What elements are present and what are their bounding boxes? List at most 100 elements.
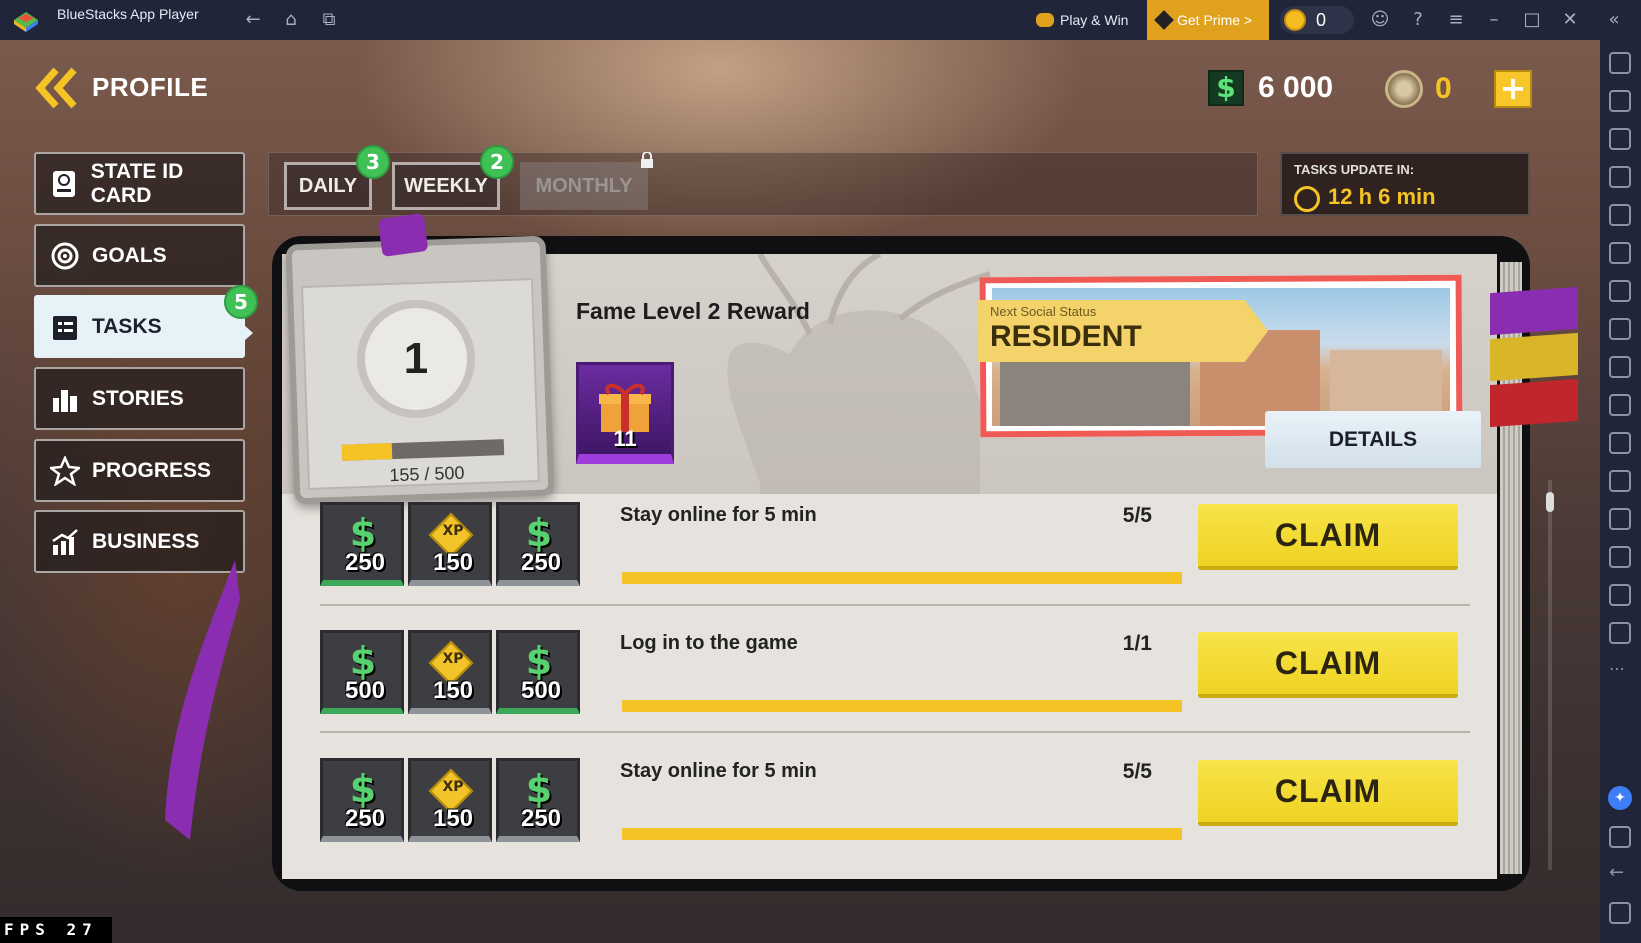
gold-coin-icon (1385, 70, 1423, 108)
menu-item-label: GOALS (92, 243, 167, 267)
back-chevron-icon[interactable] (34, 66, 80, 110)
keyboard-icon[interactable] (1609, 166, 1631, 188)
menu-item-label: BUSINESS (92, 529, 200, 553)
bluestacks-logo-icon (14, 12, 38, 32)
reward-title: Fame Level 2 Reward (576, 298, 810, 324)
bookmark-purple[interactable] (1490, 286, 1578, 336)
menu-item-label: PROGRESS (92, 458, 212, 482)
claim-button[interactable]: CLAIM (1198, 760, 1458, 826)
fps-label: FPS (4, 920, 51, 939)
multi-instance-icon[interactable] (1609, 432, 1631, 454)
weekly-badge: 2 (480, 145, 514, 179)
reward-value: 150 (432, 805, 474, 832)
tab-monthly[interactable]: MONTHLY (520, 162, 648, 210)
lock-icon (641, 152, 653, 168)
reward-value: 500 (520, 677, 562, 704)
sidebar-back-icon[interactable]: ← (1609, 864, 1631, 886)
reward-value: 250 (344, 549, 386, 576)
details-label: DETAILS (1328, 427, 1418, 451)
tab-label: DAILY (298, 174, 358, 197)
rotate-icon[interactable] (1609, 242, 1631, 264)
apk-icon[interactable] (1609, 318, 1631, 340)
task-progress-bar (622, 572, 1182, 584)
volume-icon[interactable] (1609, 90, 1631, 112)
timer-label: TASKS UPDATE IN: (1294, 162, 1415, 177)
eraser-icon[interactable] (1609, 584, 1631, 606)
tasks-timer: TASKS UPDATE IN: 12 h 6 min (1280, 152, 1530, 216)
id-card-icon (50, 169, 79, 199)
tab-label: MONTHLY (535, 174, 633, 197)
resize-icon[interactable] (1609, 394, 1631, 416)
screenshot-icon[interactable] (1609, 356, 1631, 378)
recent-apps-icon[interactable]: ⧉ (318, 9, 340, 31)
back-arrow-icon[interactable]: ← (242, 9, 264, 31)
claim-label: CLAIM (1274, 516, 1382, 553)
play-win-label: Play & Win (1060, 12, 1129, 28)
menu-item-goals[interactable]: GOALS (34, 224, 245, 287)
more-icon[interactable]: ⋯ (1609, 660, 1631, 682)
menu-item-label: TASKS (92, 314, 162, 338)
bookmark-yellow[interactable] (1490, 332, 1578, 382)
gamepad-controls-icon[interactable] (1609, 280, 1631, 302)
home-icon[interactable]: ⌂ (280, 9, 302, 31)
menu-item-state-id-card[interactable]: STATE ID CARD (34, 152, 245, 215)
reward-money: $250 (496, 502, 580, 586)
menu-icon[interactable]: ≡ (1444, 9, 1468, 33)
task-progress-fill (622, 700, 1182, 712)
reward-value: 250 (520, 549, 562, 576)
record-icon[interactable] (1609, 204, 1631, 226)
assistant-icon[interactable]: ✦ (1608, 786, 1632, 810)
lanyard-strap (165, 560, 240, 840)
reward-count: 11 (613, 426, 637, 451)
tasks-badge: 5 (224, 285, 258, 319)
reward-xp: XP 150 (408, 502, 492, 586)
add-currency-button[interactable]: + (1494, 70, 1532, 108)
minimize-icon[interactable]: – (1482, 9, 1506, 33)
maximize-icon[interactable]: □ (1520, 9, 1544, 33)
reward-value: 250 (520, 805, 562, 832)
menu-item-progress[interactable]: PROGRESS (34, 439, 245, 502)
reward-money: $250 (320, 502, 404, 586)
reward-value: 150 (432, 549, 474, 576)
scrollbar-thumb[interactable] (1546, 492, 1554, 512)
task-title: Stay online for 5 min (620, 504, 817, 526)
play-win-button[interactable]: Play & Win (1036, 6, 1128, 34)
scrollbar-track[interactable] (1548, 480, 1552, 870)
menu-item-stories[interactable]: STORIES (34, 367, 245, 430)
folder-icon[interactable] (1609, 470, 1631, 492)
dollar-icon: $ (1208, 70, 1244, 106)
menu-item-tasks[interactable]: TASKS (34, 295, 245, 358)
page-title: PROFILE (92, 72, 209, 102)
claim-button[interactable]: CLAIM (1198, 632, 1458, 698)
task-progress-bar (622, 828, 1182, 840)
claim-label: CLAIM (1274, 772, 1382, 809)
close-icon[interactable]: ✕ (1558, 9, 1582, 33)
card-clip (377, 212, 429, 258)
status-photo-building (1000, 360, 1190, 426)
account-icon[interactable]: ☺ (1368, 9, 1392, 33)
fps-counter: FPS 27 (0, 917, 112, 943)
get-prime-label: Get Prime > (1177, 12, 1253, 28)
collapse-sidebar-icon[interactable]: « (1602, 9, 1626, 33)
get-prime-button[interactable]: Get Prime > (1147, 0, 1269, 40)
coin-icon (1284, 9, 1306, 31)
task-title: Log in to the game (620, 632, 798, 654)
moose-illustration (727, 254, 990, 494)
tab-label: WEEKLY (404, 174, 488, 197)
airplane-icon[interactable] (1609, 508, 1631, 530)
help-icon[interactable]: ? (1406, 9, 1430, 33)
location-icon[interactable] (1609, 622, 1631, 644)
coins-counter[interactable]: 0 (1280, 6, 1354, 34)
claim-button[interactable]: CLAIM (1198, 504, 1458, 570)
settings-icon[interactable] (1609, 826, 1631, 848)
details-button[interactable]: DETAILS (1265, 411, 1481, 468)
claim-label: CLAIM (1274, 644, 1382, 681)
row-divider (320, 731, 1470, 733)
media-icon[interactable] (1609, 128, 1631, 150)
copy-icon[interactable] (1609, 546, 1631, 568)
bookmark-red[interactable] (1490, 378, 1578, 428)
prime-diamond-icon (1154, 10, 1174, 30)
fullscreen-icon[interactable] (1609, 52, 1631, 74)
reward-money: $250 (320, 758, 404, 842)
sidebar-home-icon[interactable] (1609, 902, 1631, 924)
